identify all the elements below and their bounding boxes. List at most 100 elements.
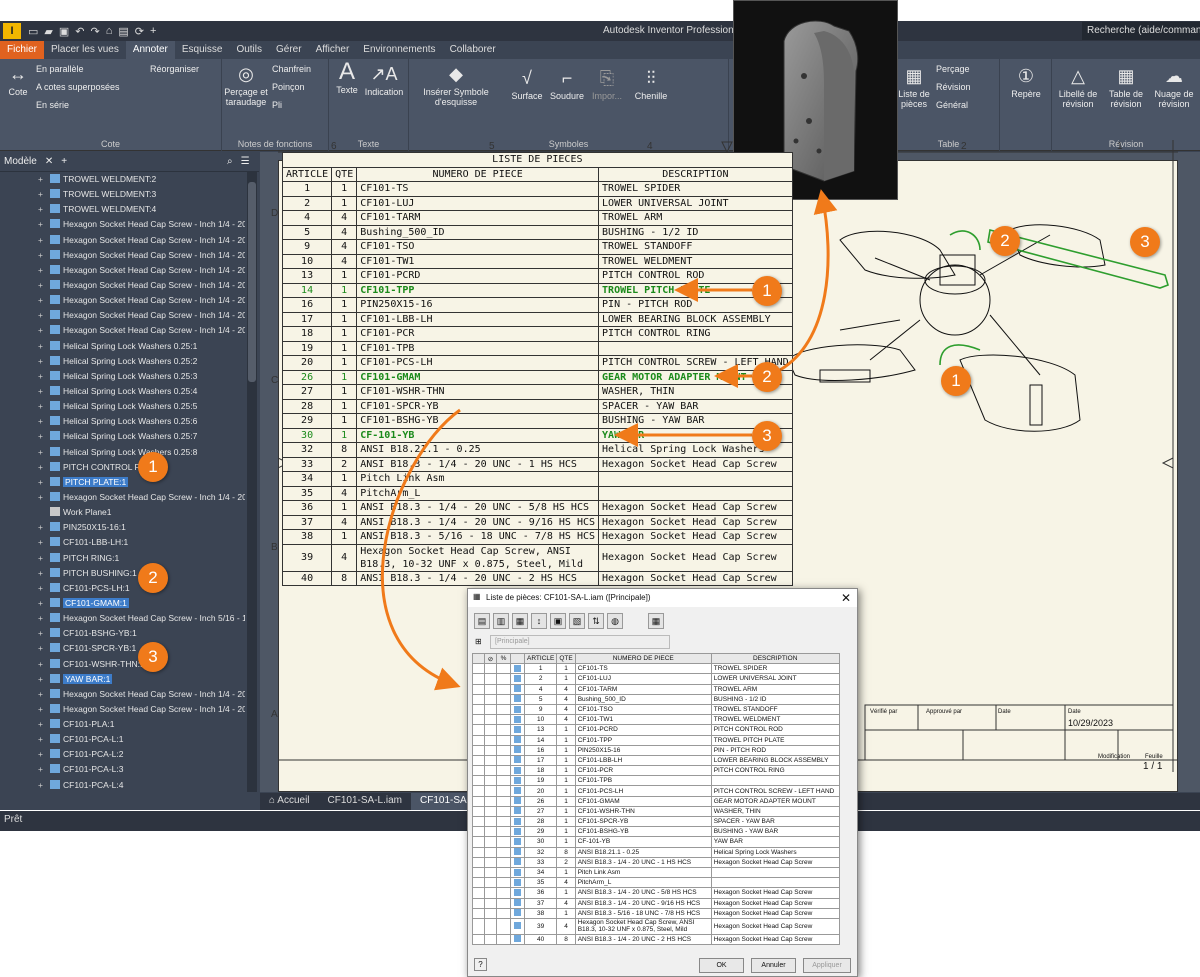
dialog-cell[interactable]: 5	[523, 693, 558, 705]
dialog-cell[interactable]: TROWEL WELDMENT	[710, 714, 840, 726]
dialog-row[interactable]: 14 1 CF101-TPP TROWEL PITCH PLATE	[472, 734, 840, 746]
dialog-row[interactable]: 13 1 CF101-PCRD PITCH CONTROL ROD	[472, 724, 840, 736]
dialog-row[interactable]: 19 1 CF101-TPB	[472, 775, 840, 787]
dialog-cell[interactable]: 34	[523, 866, 558, 879]
dialog-cell[interactable]: CF-101-YB	[574, 836, 712, 848]
renumber-icon[interactable]: ⇅	[588, 613, 604, 629]
dialog-cell[interactable]: 17	[523, 754, 558, 767]
dialog-cell[interactable]: PIN - PITCH ROD	[710, 744, 840, 756]
dialog-row[interactable]: 34 1 Pitch Link Asm	[472, 866, 840, 879]
dialog-cell[interactable]	[710, 775, 840, 787]
dialog-cell[interactable]: 28	[523, 815, 558, 828]
dialog-cell[interactable]: CF101-TARM	[574, 683, 712, 695]
dialog-cell[interactable]: PitchArm_L	[574, 877, 712, 889]
dialog-cell[interactable]: CF101-PCR	[574, 765, 712, 777]
column-chooser-icon[interactable]: ▤	[474, 613, 490, 629]
dialog-cell[interactable]: Hexagon Socket Head Cap Screw	[710, 897, 840, 909]
dialog-cell[interactable]: 14	[523, 734, 558, 746]
dialog-cell[interactable]: CF101-GMAM	[574, 795, 712, 807]
dialog-cell[interactable]: 10	[523, 714, 558, 726]
dialog-cell[interactable]: 26	[523, 795, 558, 807]
export-icon[interactable]: ▣	[550, 613, 566, 629]
dialog-cell[interactable]: 39	[523, 917, 558, 935]
dialog-cell[interactable]: 1	[556, 887, 576, 899]
dialog-row[interactable]: 39 4 Hexagon Socket Head Cap Screw, ANSI B…	[472, 917, 840, 935]
dialog-cell[interactable]: CF101-TPB	[574, 775, 712, 787]
dialog-cell[interactable]: Hexagon Socket Head Cap Screw, ANSI B18.…	[574, 917, 712, 935]
dialog-cell[interactable]: 29	[523, 826, 558, 838]
dialog-row[interactable]: 32 8 ANSI B18.21.1 - 0.25 Helical Spring Lo…	[472, 846, 840, 858]
dialog-cell[interactable]: ANSI B18.3 - 1/4 - 20 UNC - 5/8 HS HCS	[574, 887, 712, 899]
dialog-cell[interactable]: PIN250X15-16	[574, 744, 712, 756]
dialog-cell[interactable]: LOWER BEARING BLOCK ASSEMBLY	[710, 754, 840, 767]
dialog-cell[interactable]: Bushing_500_ID	[574, 693, 712, 705]
dialog-cell[interactable]: CF101-TW1	[574, 714, 712, 726]
dialog-cell[interactable]: CF101-SPCR-YB	[574, 815, 712, 828]
dialog-cell[interactable]: 4	[556, 897, 576, 909]
dialog-cell[interactable]: ANSI B18.3 - 1/4 - 20 UNC - 9/16 HS HCS	[574, 897, 712, 909]
dialog-cell[interactable]: 1	[556, 815, 576, 828]
dialog-row[interactable]: 26 1 CF101-GMAM GEAR MOTOR ADAPTER MOUNT	[472, 795, 840, 807]
dialog-cell[interactable]: CF101-PCRD	[574, 724, 712, 736]
dialog-cell[interactable]: 16	[523, 744, 558, 756]
dialog-cell[interactable]: 4	[556, 693, 576, 705]
dialog-cell[interactable]: CF101-TS	[574, 663, 712, 675]
dialog-cell[interactable]: 1	[556, 754, 576, 767]
dialog-cell[interactable]: 1	[556, 724, 576, 736]
view-select[interactable]: [Principale]	[490, 635, 670, 649]
dialog-cell[interactable]: 1	[556, 805, 576, 818]
dialog-row[interactable]: 2 1 CF101-LUJ LOWER UNIVERSAL JOINT	[472, 673, 840, 685]
dialog-row[interactable]: 36 1 ANSI B18.3 - 1/4 - 20 UNC - 5/8 HS HC…	[472, 887, 840, 899]
dialog-row[interactable]: 4 4 CF101-TARM TROWEL ARM	[472, 683, 840, 695]
dialog-cell[interactable]: 1	[556, 836, 576, 848]
dialog-row[interactable]: 27 1 CF101-WSHR-THN WASHER, THIN	[472, 805, 840, 818]
dialog-cell[interactable]: ANSI B18.21.1 - 0.25	[574, 846, 712, 858]
dialog-cell[interactable]: CF101-WSHR-THN	[574, 805, 712, 818]
dialog-cell[interactable]: 4	[556, 877, 576, 889]
close-icon[interactable]: ✕	[841, 591, 851, 605]
dialog-row[interactable]: 37 4 ANSI B18.3 - 1/4 - 20 UNC - 9/16 HS H…	[472, 897, 840, 909]
dialog-row[interactable]: 35 4 PitchArm_L	[472, 877, 840, 889]
filter-icon[interactable]: ▦	[512, 613, 528, 629]
dialog-cell[interactable]: ANSI B18.3 - 5/16 - 18 UNC - 7/8 HS HCS	[574, 907, 712, 919]
dialog-cell[interactable]: 2	[556, 856, 576, 868]
dialog-cell[interactable]: SPACER - YAW BAR	[710, 815, 840, 828]
apply-button[interactable]: Appliquer	[803, 958, 851, 973]
dialog-cell[interactable]: 2	[523, 673, 558, 685]
dialog-cell[interactable]: 37	[523, 897, 558, 909]
dialog-cell[interactable]: BUSHING - 1/2 ID	[710, 693, 840, 705]
dialog-cell[interactable]: PITCH CONTROL SCREW - LEFT HAND	[710, 785, 840, 797]
dialog-row[interactable]: 38 1 ANSI B18.3 - 5/16 - 18 UNC - 7/8 HS H…	[472, 907, 840, 919]
dialog-cell[interactable]: PITCH CONTROL ROD	[710, 724, 840, 736]
dialog-cell[interactable]: 1	[556, 795, 576, 807]
dialog-cell[interactable]: CF101-PCS-LH	[574, 785, 712, 797]
dialog-cell[interactable]: 8	[556, 846, 576, 858]
ok-button[interactable]: OK	[699, 958, 744, 973]
dialog-cell[interactable]: Hexagon Socket Head Cap Screw	[710, 907, 840, 919]
dialog-cell[interactable]: 30	[523, 836, 558, 848]
dialog-row[interactable]: 18 1 CF101-PCR PITCH CONTROL RING	[472, 765, 840, 777]
dialog-cell[interactable]: 4	[556, 714, 576, 726]
dialog-cell[interactable]	[710, 877, 840, 889]
dialog-cell[interactable]: Pitch Link Asm	[574, 866, 712, 879]
dialog-cell[interactable]: 32	[523, 846, 558, 858]
dialog-cell[interactable]: Hexagon Socket Head Cap Screw	[710, 917, 840, 935]
dialog-cell[interactable]: GEAR MOTOR ADAPTER MOUNT	[710, 795, 840, 807]
dialog-cell[interactable]: Helical Spring Lock Washers	[710, 846, 840, 858]
dialog-cell[interactable]: ANSI B18.3 - 1/4 - 20 UNC - 2 HS HCS	[574, 933, 712, 946]
dialog-cell[interactable]: 1	[556, 734, 576, 746]
dialog-row[interactable]: 1 1 CF101-TS TROWEL SPIDER	[472, 663, 840, 675]
dialog-cell[interactable]: 1	[523, 663, 558, 675]
dialog-cell[interactable]: ANSI B18.3 - 1/4 - 20 UNC - 1 HS HCS	[574, 856, 712, 868]
dialog-cell[interactable]: TROWEL SPIDER	[710, 663, 840, 675]
dialog-row[interactable]: 16 1 PIN250X15-16 PIN - PITCH ROD	[472, 744, 840, 756]
dialog-cell[interactable]: CF101-TSO	[574, 703, 712, 716]
dialog-cell[interactable]: 4	[556, 683, 576, 695]
member-icon[interactable]: ▦	[648, 613, 664, 629]
dialog-cell[interactable]	[710, 866, 840, 879]
dialog-row[interactable]: 20 1 CF101-PCS-LH PITCH CONTROL SCREW - LEF…	[472, 785, 840, 797]
group-icon[interactable]: ▥	[493, 613, 509, 629]
dialog-row[interactable]: 29 1 CF101-BSHG-YB BUSHING - YAW BAR	[472, 826, 840, 838]
dialog-row[interactable]: 30 1 CF-101-YB YAW BAR	[472, 836, 840, 848]
dialog-cell[interactable]: 13	[523, 724, 558, 736]
